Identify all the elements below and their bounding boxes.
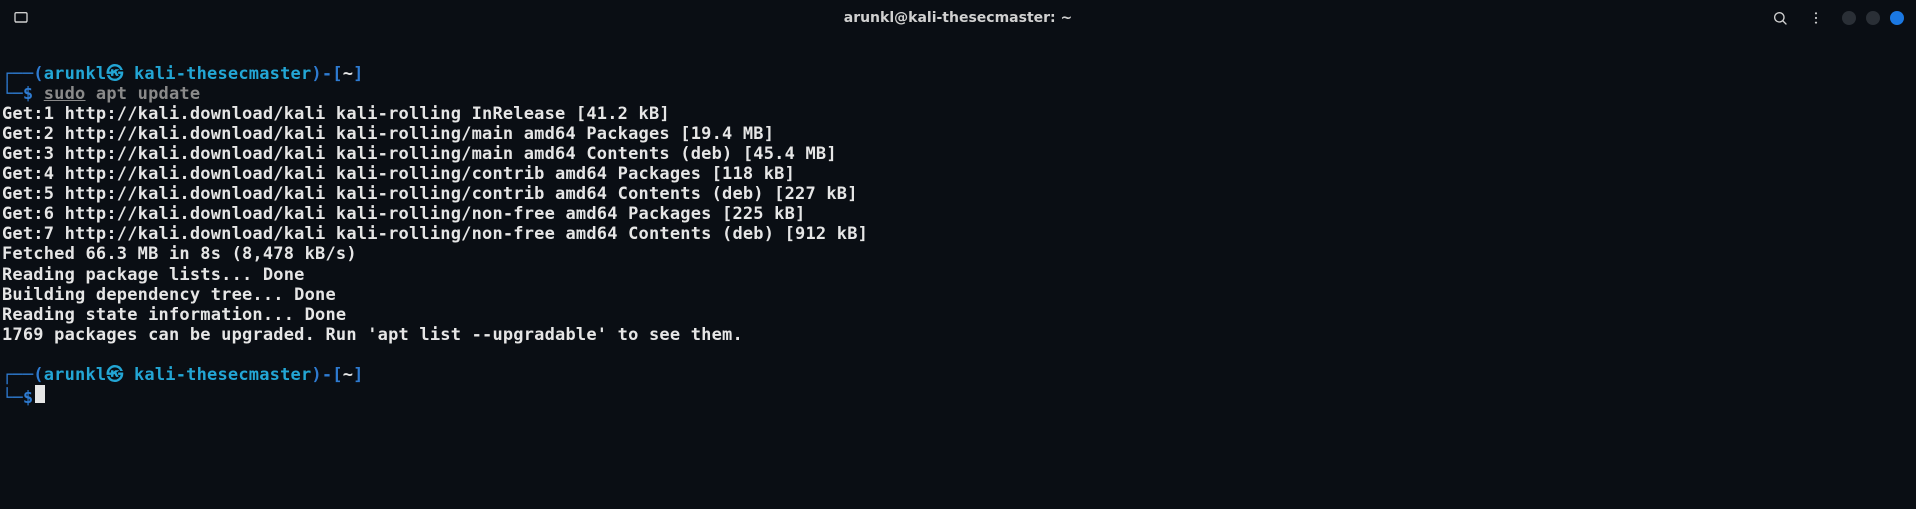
menu-icon[interactable]: [1806, 8, 1826, 28]
prompt-line-2: ┌──(arunkl㉿ kali-thesecmaster)-[~]: [2, 365, 1914, 385]
box-drawing: └─: [2, 84, 23, 104]
output-line: Get:1 http://kali.download/kali kali-rol…: [2, 104, 1914, 124]
output-line: Get:6 http://kali.download/kali kali-rol…: [2, 204, 1914, 224]
box-drawing: ┌──(: [2, 365, 44, 385]
command-sudo: sudo: [44, 84, 86, 104]
box-drawing: ]: [353, 64, 363, 84]
terminal-output: Get:1 http://kali.download/kali kali-rol…: [2, 104, 1914, 345]
app-icon[interactable]: [12, 9, 30, 27]
window-title: arunkl@kali-thesecmaster: ~: [844, 10, 1073, 27]
output-line: Reading package lists... Done: [2, 265, 1914, 285]
prompt-path: ~: [343, 365, 353, 385]
box-drawing: ]: [353, 365, 363, 385]
output-line: Fetched 66.3 MB in 8s (8,478 kB/s): [2, 244, 1914, 264]
output-line: Get:5 http://kali.download/kali kali-rol…: [2, 184, 1914, 204]
titlebar: arunkl@kali-thesecmaster: ~: [0, 0, 1916, 36]
prompt-user: arunkl: [44, 365, 107, 385]
cursor: [35, 385, 45, 403]
maximize-button[interactable]: [1866, 11, 1880, 25]
skull-icon: ㉿: [106, 64, 123, 84]
box-drawing: )-[: [311, 365, 342, 385]
command-line: └─$ sudo apt update: [2, 84, 1914, 104]
prompt-host: kali-thesecmaster: [134, 365, 311, 385]
close-button[interactable]: [1890, 11, 1904, 25]
output-line: Get:7 http://kali.download/kali kali-rol…: [2, 224, 1914, 244]
output-line: 1769 packages can be upgraded. Run 'apt …: [2, 325, 1914, 345]
output-line: Get:2 http://kali.download/kali kali-rol…: [2, 124, 1914, 144]
prompt-dollar: $: [23, 388, 33, 408]
skull-icon: ㉿: [106, 365, 123, 385]
prompt-user: arunkl: [44, 64, 107, 84]
input-line[interactable]: └─$: [2, 385, 1914, 408]
box-drawing: └─: [2, 388, 23, 408]
window-controls: [1842, 11, 1904, 25]
prompt-host: kali-thesecmaster: [134, 64, 311, 84]
prompt-path: ~: [343, 64, 353, 84]
box-drawing: )-[: [311, 64, 342, 84]
search-icon[interactable]: [1770, 8, 1790, 28]
output-line: Get:3 http://kali.download/kali kali-rol…: [2, 144, 1914, 164]
command-rest: apt update: [86, 84, 201, 104]
output-line: Reading state information... Done: [2, 305, 1914, 325]
prompt-dollar: $: [23, 84, 33, 104]
output-line: Building dependency tree... Done: [2, 285, 1914, 305]
prompt-line-1: ┌──(arunkl㉿ kali-thesecmaster)-[~]: [2, 64, 1914, 84]
minimize-button[interactable]: [1842, 11, 1856, 25]
output-line: Get:4 http://kali.download/kali kali-rol…: [2, 164, 1914, 184]
terminal-area[interactable]: ┌──(arunkl㉿ kali-thesecmaster)-[~] └─$ s…: [0, 36, 1916, 410]
box-drawing: ┌──(: [2, 64, 44, 84]
